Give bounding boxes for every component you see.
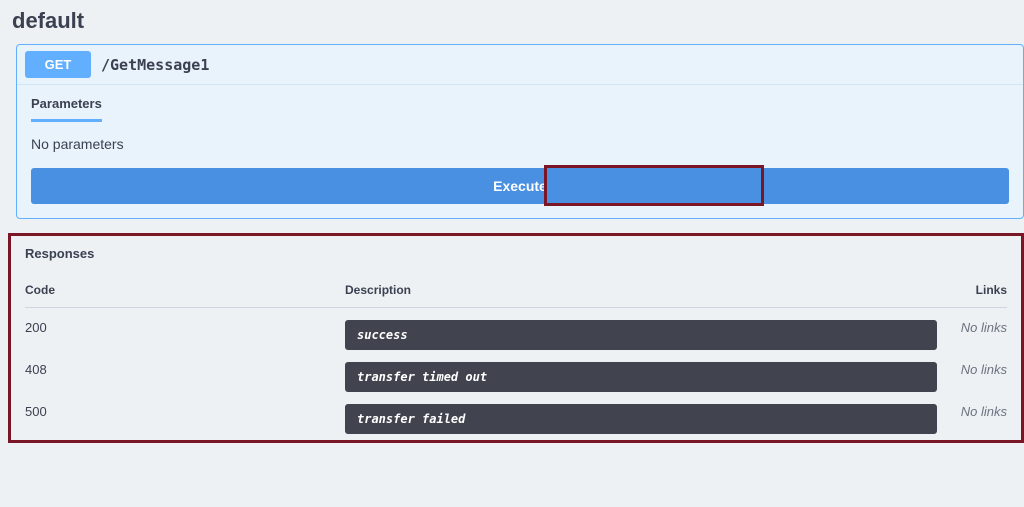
response-row: 200successNo links xyxy=(25,308,1007,351)
response-code: 200 xyxy=(25,308,345,351)
responses-table: Code Description Links 200successNo link… xyxy=(25,283,1007,434)
operation-summary[interactable]: GET /GetMessage1 xyxy=(17,45,1023,85)
tab-parameters[interactable]: Parameters xyxy=(31,96,102,122)
response-description: transfer failed xyxy=(345,404,937,434)
response-description-cell: success xyxy=(345,308,937,351)
response-links: No links xyxy=(937,308,1007,351)
response-links: No links xyxy=(937,350,1007,392)
operation-block: GET /GetMessage1 Parameters No parameter… xyxy=(16,44,1024,219)
parameters-section: Parameters No parameters Execute xyxy=(17,85,1023,218)
response-row: 408transfer timed outNo links xyxy=(25,350,1007,392)
response-description: transfer timed out xyxy=(345,362,937,392)
response-code: 500 xyxy=(25,392,345,434)
response-row: 500transfer failedNo links xyxy=(25,392,1007,434)
response-description-cell: transfer failed xyxy=(345,392,937,434)
response-description-cell: transfer timed out xyxy=(345,350,937,392)
http-method-badge: GET xyxy=(25,51,91,78)
endpoint-path: /GetMessage1 xyxy=(101,56,209,74)
execute-button[interactable]: Execute xyxy=(31,168,1009,204)
column-links: Links xyxy=(937,283,1007,308)
section-title: default xyxy=(12,8,1016,34)
responses-highlight-box: Responses Code Description Links 200succ… xyxy=(8,233,1024,443)
column-desc: Description xyxy=(345,283,937,308)
response-links: No links xyxy=(937,392,1007,434)
responses-title: Responses xyxy=(25,246,1007,261)
no-parameters-text: No parameters xyxy=(31,136,1009,152)
column-code: Code xyxy=(25,283,345,308)
response-code: 408 xyxy=(25,350,345,392)
response-description: success xyxy=(345,320,937,350)
